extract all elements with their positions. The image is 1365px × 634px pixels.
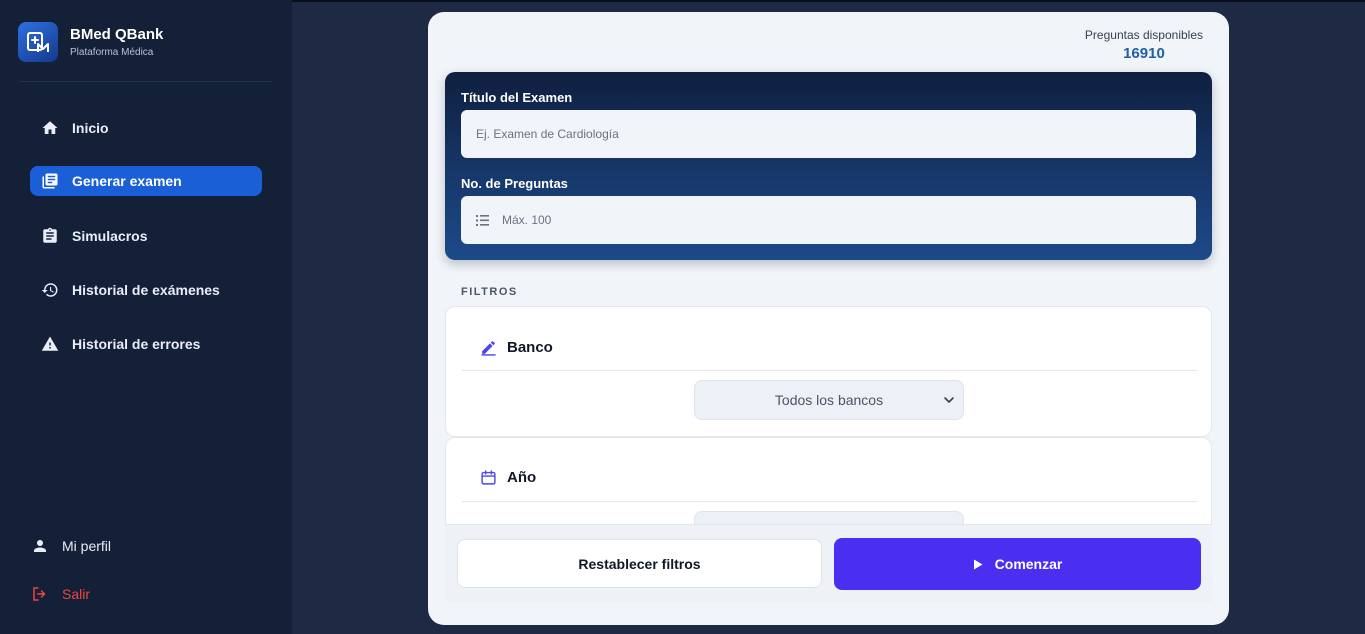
clipboard-icon <box>40 226 60 246</box>
actions-footer: Restablecer filtros Comenzar <box>445 524 1212 602</box>
filter-bank-label: Banco <box>507 338 553 356</box>
sidebar-item-historial-examenes[interactable]: Historial de exámenes <box>30 275 262 305</box>
history-icon <box>40 280 60 300</box>
sidebar-item-label: Inicio <box>72 120 109 136</box>
warning-icon <box>40 334 60 354</box>
sidebar-item-label: Generar examen <box>72 173 182 189</box>
profile-label: Mi perfil <box>62 538 112 554</box>
question-count-input[interactable]: Máx. 100 <box>461 196 1196 244</box>
start-exam-button[interactable]: Comenzar <box>834 538 1201 590</box>
calendar-icon <box>479 468 497 486</box>
pencil-icon <box>479 338 497 356</box>
document-icon <box>40 171 60 191</box>
reset-filters-button[interactable]: Restablecer filtros <box>457 539 822 588</box>
filter-bank-divider <box>462 370 1197 371</box>
brand-logo-icon <box>18 22 58 62</box>
brand[interactable]: BMed QBank Plataforma Médica <box>18 22 163 62</box>
sidebar-item-inicio[interactable]: Inicio <box>30 113 262 143</box>
logout-icon <box>30 584 50 604</box>
filter-bank-card: Banco Todos los bancos <box>445 306 1212 437</box>
logout-label: Salir <box>62 586 91 602</box>
sidebar-item-simulacros[interactable]: Simulacros <box>30 221 262 251</box>
user-icon <box>30 536 50 556</box>
exam-title-placeholder: Ej. Examen de Cardiología <box>476 127 619 141</box>
chevron-down-icon <box>941 392 957 411</box>
available-questions: Preguntas disponibles 16910 <box>1085 28 1203 63</box>
logout-link[interactable]: Salir <box>30 582 90 606</box>
available-questions-count: 16910 <box>1123 45 1165 62</box>
sidebar-item-label: Historial de exámenes <box>72 282 220 298</box>
play-icon <box>973 559 983 570</box>
exam-title-label: Título del Examen <box>461 90 573 105</box>
filter-year-label: Año <box>507 468 537 486</box>
sidebar-item-generar-examen[interactable]: Generar examen <box>30 166 262 196</box>
sidebar-item-label: Simulacros <box>72 228 148 244</box>
home-icon <box>40 118 60 138</box>
question-count-label: No. de Preguntas <box>461 176 568 191</box>
filter-bank-header: Banco <box>479 338 553 356</box>
brand-subtitle: Plataforma Médica <box>70 46 154 58</box>
exam-title-input[interactable]: Ej. Examen de Cardiología <box>461 110 1196 158</box>
sidebar-item-label: Historial de errores <box>72 336 201 352</box>
filters-heading: FILTROS <box>461 286 518 298</box>
start-exam-label: Comenzar <box>994 556 1063 572</box>
available-questions-label: Preguntas disponibles <box>1084 28 1203 42</box>
sidebar-divider <box>20 81 272 82</box>
filter-year-header: Año <box>479 468 536 486</box>
bank-select[interactable]: Todos los bancos <box>694 380 964 420</box>
list-icon <box>476 214 490 226</box>
sidebar: BMed QBank Plataforma Médica Inicio Gene… <box>0 0 292 634</box>
filter-year-divider <box>462 501 1197 502</box>
exam-setup-panel: Título del Examen Ej. Examen de Cardiolo… <box>445 72 1212 260</box>
question-count-placeholder: Máx. 100 <box>502 213 552 227</box>
bank-select-value: Todos los bancos <box>774 392 884 408</box>
brand-title: BMed QBank <box>70 25 164 43</box>
exam-generator-card: Preguntas disponibles 16910 Título del E… <box>428 12 1229 625</box>
sidebar-item-historial-errores[interactable]: Historial de errores <box>30 329 262 359</box>
profile-link[interactable]: Mi perfil <box>30 534 111 558</box>
reset-filters-label: Restablecer filtros <box>578 555 701 572</box>
